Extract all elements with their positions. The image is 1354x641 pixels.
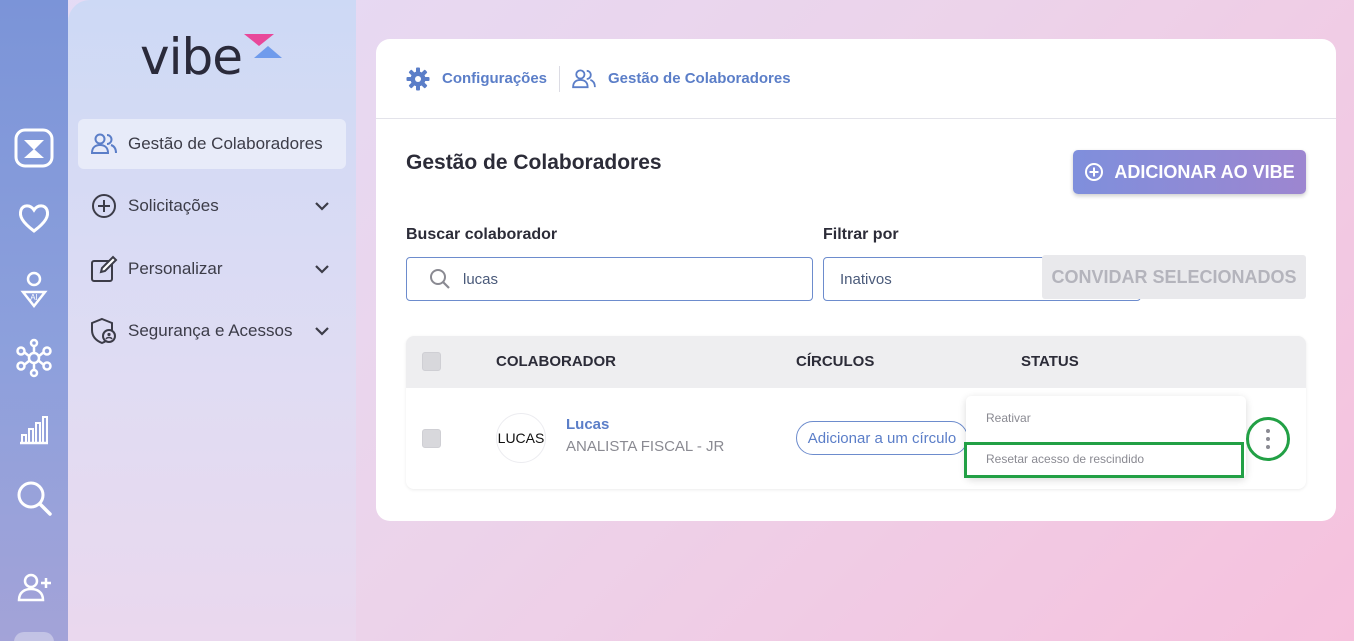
- sidebar-item-label: Personalizar: [128, 259, 223, 278]
- ai-person-icon[interactable]: AI: [12, 268, 56, 312]
- search-input[interactable]: [463, 270, 763, 288]
- add-to-vibe-button[interactable]: ADICIONAR AO VIBE: [1073, 150, 1306, 194]
- chevron-down-icon[interactable]: [312, 321, 332, 341]
- breadcrumb-separator: [559, 65, 561, 92]
- row-checkbox[interactable]: [422, 429, 441, 448]
- avatar: LUCAS: [496, 413, 546, 463]
- shield-user-icon: [90, 317, 118, 345]
- rail-bottom-item[interactable]: [14, 632, 54, 641]
- search-field[interactable]: [406, 257, 813, 301]
- invite-selected-button[interactable]: CONVIDAR SELECIONADOS: [1042, 255, 1306, 299]
- sidebar-item-label: Gestão de Colaboradores: [128, 134, 323, 153]
- heart-icon[interactable]: [12, 196, 56, 240]
- vibe-app-icon[interactable]: [12, 126, 56, 170]
- search-label: Buscar colaborador: [406, 226, 558, 243]
- add-button-label: ADICIONAR AO VIBE: [1114, 161, 1295, 182]
- gear-icon: [406, 67, 430, 90]
- search-icon: [430, 269, 450, 289]
- sidebar-item-seguranca-acessos[interactable]: Segurança e Acessos: [78, 306, 346, 356]
- sidebar-item-personalizar[interactable]: Personalizar: [78, 244, 346, 294]
- breadcrumb-label: Configurações: [442, 70, 548, 87]
- breadcrumb-label: Gestão de Colaboradores: [608, 70, 791, 87]
- highlight-box: [964, 442, 1244, 478]
- plus-circle-icon: [1085, 163, 1104, 181]
- add-to-circle-button[interactable]: Adicionar a um círculo: [796, 421, 968, 455]
- chevron-down-icon[interactable]: [312, 196, 332, 216]
- sidebar-item-solicitacoes[interactable]: Solicitações: [78, 181, 346, 231]
- bar-chart-icon[interactable]: [12, 408, 56, 452]
- employee-name[interactable]: Lucas: [566, 416, 609, 433]
- users-icon: [90, 130, 118, 158]
- plus-circle-icon: [90, 192, 118, 220]
- sidebar: vibe Gestão de Colaboradores Solicitaçõe…: [68, 0, 356, 641]
- row-actions-button[interactable]: [1246, 417, 1290, 461]
- menu-item-reativar[interactable]: Reativar: [986, 411, 1031, 425]
- svg-text:AI: AI: [30, 293, 38, 302]
- icon-rail: AI: [0, 0, 68, 641]
- sidebar-item-label: Solicitações: [128, 196, 219, 215]
- column-header-colaborador[interactable]: COLABORADOR: [496, 353, 616, 370]
- edit-icon: [90, 255, 118, 283]
- breadcrumb-configuracoes[interactable]: Configurações: [406, 67, 547, 91]
- page-title: Gestão de Colaboradores: [406, 151, 662, 174]
- select-all-checkbox[interactable]: [422, 352, 441, 371]
- breadcrumb: Configurações Gestão de Colaboradores: [376, 39, 1336, 119]
- breadcrumb-gestao-colaboradores[interactable]: Gestão de Colaboradores: [572, 68, 791, 89]
- logo-text: vibe: [140, 28, 243, 86]
- add-user-icon[interactable]: [12, 566, 56, 610]
- employee-role: ANALISTA FISCAL - JR: [566, 438, 725, 455]
- sidebar-item-gestao-colaboradores[interactable]: Gestão de Colaboradores: [78, 119, 346, 169]
- users-icon: [572, 68, 596, 88]
- table-header: COLABORADOR CÍRCULOS STATUS: [406, 336, 1306, 388]
- filter-label: Filtrar por: [823, 226, 899, 243]
- chevron-down-icon[interactable]: [312, 259, 332, 279]
- logo-mark-icon: [244, 34, 282, 58]
- network-icon[interactable]: [12, 336, 56, 380]
- kebab-menu-icon: [1266, 427, 1270, 451]
- column-header-status[interactable]: STATUS: [1021, 353, 1079, 370]
- search-icon[interactable]: [12, 476, 56, 520]
- vibe-logo: vibe: [140, 30, 290, 90]
- column-header-circulos[interactable]: CÍRCULOS: [796, 353, 874, 370]
- sidebar-item-label: Segurança e Acessos: [128, 321, 293, 340]
